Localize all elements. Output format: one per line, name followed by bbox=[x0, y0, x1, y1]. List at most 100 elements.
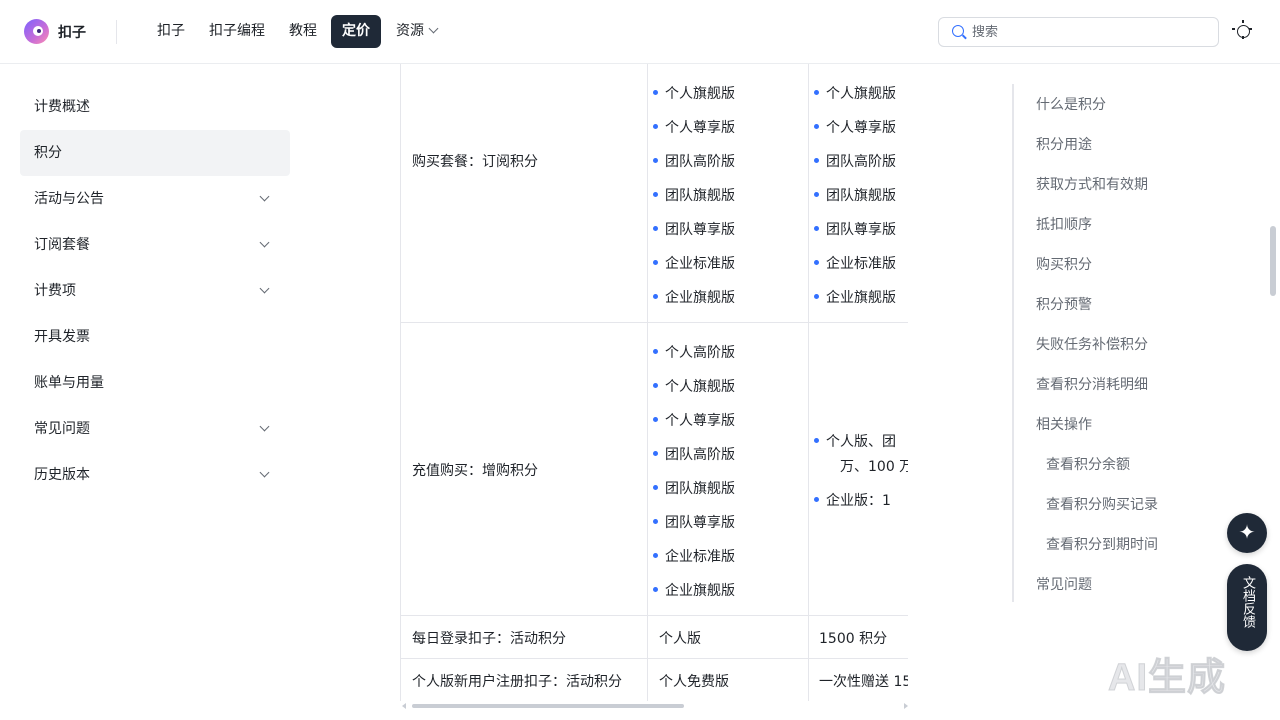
list-item: 企业标准版 bbox=[653, 546, 735, 566]
sidebar-item-billing-overview[interactable]: 计费概述 bbox=[20, 84, 290, 130]
credit-source: 个人版新用户注册扣子：活动积分 bbox=[412, 674, 622, 690]
chevron-down-icon[interactable] bbox=[259, 467, 270, 478]
toc-item[interactable]: 查看积分消耗明细 bbox=[1036, 374, 1148, 394]
table-cell: 个人免费版 bbox=[647, 659, 808, 701]
sidebar-item-label: 积分 bbox=[34, 145, 62, 161]
list-item: 团队高阶版 bbox=[653, 151, 735, 171]
toc-rail bbox=[1012, 84, 1014, 602]
page-scrollbar-thumb[interactable] bbox=[1270, 226, 1276, 296]
sidebar-item-label: 账单与用量 bbox=[34, 375, 104, 391]
sidebar-item-label: 订阅套餐 bbox=[34, 237, 90, 253]
toc-subitem[interactable]: 查看积分到期时间 bbox=[1046, 534, 1158, 554]
list-item: 个人尊享版 bbox=[653, 410, 735, 430]
list-item: 企业标准版 bbox=[814, 253, 896, 273]
list-item: 团队尊享版 bbox=[653, 219, 735, 239]
chevron-down-icon[interactable] bbox=[259, 283, 270, 294]
table-row: 充值购买：增购积分 个人高阶版 个人旗舰版 个人尊享版 团队高阶版 团队旗舰版 … bbox=[400, 323, 908, 616]
sidebar-item-events[interactable]: 活动与公告 bbox=[20, 176, 290, 222]
sidebar-item-credits[interactable]: 积分 bbox=[20, 130, 290, 176]
toc-item[interactable]: 积分用途 bbox=[1036, 134, 1092, 154]
list-item: 企业标准版 bbox=[653, 253, 735, 273]
chevron-down-icon[interactable] bbox=[259, 421, 270, 432]
toc-item[interactable]: 抵扣顺序 bbox=[1036, 214, 1092, 234]
toc-item[interactable]: 什么是积分 bbox=[1036, 94, 1106, 114]
scroll-left-icon[interactable] bbox=[402, 703, 406, 709]
brand-name[interactable]: 扣子 bbox=[58, 22, 86, 42]
nav-pricing[interactable]: 定价 bbox=[331, 15, 381, 48]
table-row: 个人版新用户注册扣子：活动积分 个人免费版 一次性赠送 15 bbox=[400, 659, 908, 701]
list-item: 企业旗舰版 bbox=[814, 287, 896, 307]
toc-item[interactable]: 失败任务补偿积分 bbox=[1036, 334, 1148, 354]
toc-item[interactable]: 常见问题 bbox=[1036, 574, 1092, 594]
header-divider bbox=[116, 20, 117, 44]
coze-logo-icon[interactable] bbox=[24, 19, 49, 44]
sidebar-item-history[interactable]: 历史版本 bbox=[20, 452, 290, 498]
table-cell: 个人版新用户注册扣子：活动积分 bbox=[400, 659, 647, 701]
table-horizontal-scrollbar[interactable] bbox=[400, 702, 908, 710]
chevron-down-icon bbox=[428, 23, 439, 34]
list-item: 团队尊享版 bbox=[653, 512, 735, 532]
list-item: 企业版：1 bbox=[814, 490, 891, 510]
sidebar-item-faq[interactable]: 常见问题 bbox=[20, 406, 290, 452]
list-item: 个人尊享版 bbox=[653, 117, 735, 137]
table-cell: 个人高阶版 个人旗舰版 个人尊享版 团队高阶版 团队旗舰版 团队尊享版 企业标准… bbox=[647, 323, 808, 615]
toc-subitem[interactable]: 查看积分购买记录 bbox=[1046, 494, 1158, 514]
doc-feedback-label: 文档反馈 bbox=[1240, 576, 1255, 628]
table-row: 每日登录扣子：活动积分 个人版 1500 积分 bbox=[400, 616, 908, 659]
list-item: 团队旗舰版 bbox=[653, 185, 735, 205]
nav-resources[interactable]: 资源 bbox=[388, 15, 445, 48]
credit-source: 充值购买：增购积分 bbox=[412, 463, 538, 479]
table-cell: 个人版、团 万、100 万 企业版：1 bbox=[808, 323, 908, 615]
ai-generated-watermark: AI生成 bbox=[1107, 657, 1227, 700]
list-item: 个人高阶版 bbox=[653, 342, 735, 362]
search-input[interactable] bbox=[972, 22, 1202, 42]
credit-amount: 一次性赠送 15 bbox=[819, 674, 908, 690]
toc-item[interactable]: 相关操作 bbox=[1036, 414, 1092, 434]
top-header: 扣子 扣子 扣子编程 教程 定价 资源 bbox=[0, 0, 1280, 64]
sidebar-item-bills-usage[interactable]: 账单与用量 bbox=[20, 360, 290, 406]
list-item: 个人旗舰版 bbox=[653, 376, 735, 396]
toc-item[interactable]: 购买积分 bbox=[1036, 254, 1092, 274]
nav-koz-coding[interactable]: 扣子编程 bbox=[201, 15, 273, 48]
table-cell: 个人版 bbox=[647, 616, 808, 658]
chevron-down-icon[interactable] bbox=[259, 237, 270, 248]
sidebar-item-label: 活动与公告 bbox=[34, 191, 104, 207]
chevron-down-icon[interactable] bbox=[259, 191, 270, 202]
sidebar-item-label: 历史版本 bbox=[34, 467, 90, 483]
list-item: 个人尊享版 bbox=[814, 117, 896, 137]
list-item: 个人旗舰版 bbox=[814, 83, 896, 103]
sidebar-item-invoice[interactable]: 开具发票 bbox=[20, 314, 290, 360]
ai-assistant-sparkle-icon[interactable] bbox=[1227, 513, 1267, 553]
nav-resources-label: 资源 bbox=[396, 23, 424, 39]
list-item-continuation: 万、100 万 bbox=[840, 459, 908, 475]
sidebar-item-label: 计费概述 bbox=[34, 99, 90, 115]
list-item: 团队旗舰版 bbox=[814, 185, 896, 205]
credits-table-scroll-area[interactable]: 购买套餐：订阅积分 个人旗舰版 个人尊享版 团队高阶版 团队旗舰版 团队尊享版 … bbox=[400, 64, 908, 701]
table-cell: 个人旗舰版 个人尊享版 团队高阶版 团队旗舰版 团队尊享版 企业标准版 企业旗舰… bbox=[808, 64, 908, 322]
table-cell: 购买套餐：订阅积分 bbox=[400, 64, 647, 322]
search-icon bbox=[952, 25, 964, 37]
list-item: 企业旗舰版 bbox=[653, 580, 735, 600]
sidebar-item-billing-items[interactable]: 计费项 bbox=[20, 268, 290, 314]
table-cell: 一次性赠送 15 bbox=[808, 659, 908, 701]
list-item: 企业旗舰版 bbox=[653, 287, 735, 307]
sidebar-item-plans[interactable]: 订阅套餐 bbox=[20, 222, 290, 268]
theme-toggle-sun-icon[interactable] bbox=[1232, 20, 1252, 39]
doc-feedback-button[interactable]: 文档反馈 bbox=[1227, 564, 1267, 651]
list-item: 团队尊享版 bbox=[814, 219, 896, 239]
nav-koz[interactable]: 扣子 bbox=[149, 15, 193, 48]
credit-source: 每日登录扣子：活动积分 bbox=[412, 631, 566, 647]
credit-amount: 1500 积分 bbox=[819, 631, 888, 647]
toc-item[interactable]: 积分预警 bbox=[1036, 294, 1092, 314]
list-item: 个人旗舰版 bbox=[653, 83, 735, 103]
toc-item[interactable]: 获取方式和有效期 bbox=[1036, 174, 1148, 194]
list-item: 团队高阶版 bbox=[814, 151, 896, 171]
nav-tutorials[interactable]: 教程 bbox=[281, 15, 325, 48]
list-item: 个人版、团 bbox=[814, 431, 896, 451]
scroll-right-icon[interactable] bbox=[904, 703, 908, 709]
toc-subitem[interactable]: 查看积分余额 bbox=[1046, 454, 1130, 474]
search-box[interactable] bbox=[938, 17, 1219, 47]
scrollbar-thumb[interactable] bbox=[412, 704, 684, 708]
list-item: 团队高阶版 bbox=[653, 444, 735, 464]
edition: 个人版 bbox=[659, 631, 701, 647]
